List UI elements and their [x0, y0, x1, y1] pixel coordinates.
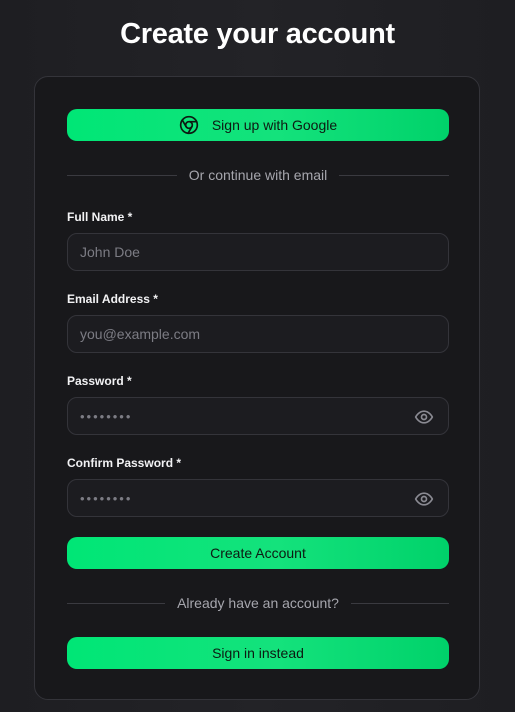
password-visibility-toggle[interactable] — [414, 407, 434, 427]
google-signup-label: Sign up with Google — [211, 117, 338, 133]
divider-line-left — [67, 174, 177, 176]
full-name-label: Full Name * — [67, 210, 133, 224]
email-input[interactable] — [68, 316, 448, 352]
confirm-password-label: Confirm Password * — [67, 456, 182, 470]
full-name-field-wrapper — [67, 233, 449, 271]
divider-text: Or continue with email — [188, 167, 328, 183]
signup-card: Sign up with Google Or continue with ema… — [34, 76, 480, 700]
confirm-password-input[interactable] — [68, 480, 448, 516]
google-signup-button[interactable]: Sign up with Google — [67, 109, 449, 141]
divider-line-left — [67, 602, 166, 604]
full-name-input[interactable] — [68, 234, 448, 270]
page-title: Create your account — [120, 18, 395, 50]
sign-in-button[interactable]: Sign in instead — [67, 637, 449, 669]
divider-line-right — [339, 174, 450, 176]
chrome-icon — [179, 115, 199, 135]
confirm-password-field-wrapper — [67, 479, 449, 517]
email-divider: Or continue with email — [67, 165, 450, 185]
divider-line-right — [350, 602, 450, 604]
email-field-wrapper — [67, 315, 449, 353]
create-account-button[interactable]: Create Account — [67, 537, 449, 569]
password-field-wrapper — [67, 397, 449, 435]
password-input[interactable] — [68, 398, 448, 434]
email-label: Email Address * — [67, 292, 158, 306]
eye-icon — [414, 492, 434, 506]
divider-text: Already have an account? — [177, 595, 339, 611]
eye-icon — [414, 410, 434, 424]
password-label: Password * — [67, 374, 132, 388]
confirm-password-visibility-toggle[interactable] — [414, 489, 434, 509]
account-divider: Already have an account? — [67, 593, 450, 613]
